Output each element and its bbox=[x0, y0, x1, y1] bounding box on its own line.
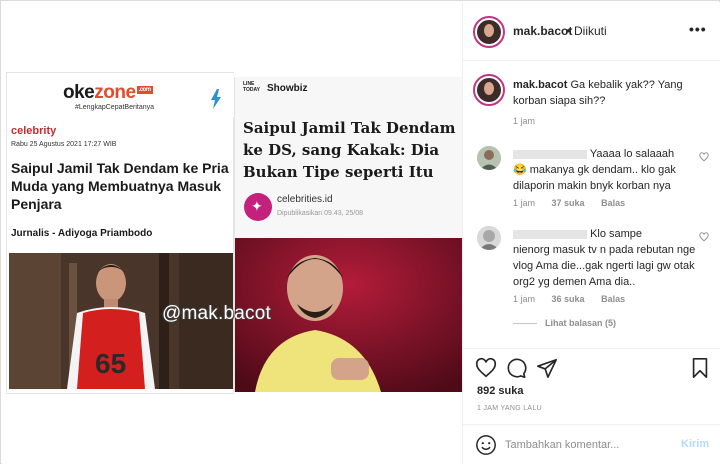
bolt-icon bbox=[211, 89, 221, 109]
comment-text: Yaaaa lo salaaah 😂 makanya gk dendam.. k… bbox=[513, 146, 699, 194]
more-options-icon[interactable]: ••• bbox=[689, 21, 707, 37]
heart-icon[interactable] bbox=[699, 152, 709, 164]
article-date: Rabu 25 Agustus 2021 17:27 WIB bbox=[11, 141, 117, 148]
comment-meta: 1 jam 36 suka Balas bbox=[513, 294, 639, 304]
caption-text: mak.bacot Ga kebalik yak?? Yang korban s… bbox=[513, 77, 699, 109]
okezone-header: OKEZONE .com #LengkapCepatBeritanya bbox=[7, 73, 235, 117]
comment-meta: 1 jam 37 suka Balas bbox=[513, 198, 639, 208]
article-headline: Saipul Jamil Tak Dendam ke DS, sang Kaka… bbox=[243, 119, 456, 181]
post-timestamp[interactable]: 1 JAM YANG LALU bbox=[477, 405, 542, 412]
heart-icon[interactable] bbox=[699, 232, 709, 244]
follow-status-button[interactable]: Diikuti bbox=[574, 24, 607, 38]
avatar-image bbox=[477, 78, 501, 102]
add-comment-bar: Kirim bbox=[463, 424, 720, 464]
linetoday-article-screenshot: LINE TODAY Showbiz Saipul Jamil Tak Dend… bbox=[234, 77, 462, 392]
post-image[interactable]: OKEZONE .com #LengkapCepatBeritanya celeb… bbox=[2, 2, 462, 464]
comment-body-rest: nienorg masuk tv n pada rebutan nge vlog… bbox=[513, 244, 696, 288]
okezone-logo-oke: OKE bbox=[63, 82, 95, 103]
watermark-text: @mak.bacot bbox=[162, 303, 271, 324]
caption-avatar[interactable] bbox=[473, 74, 505, 106]
article-category: celebrity bbox=[11, 125, 57, 137]
post-sidebar: mak.bacot • Diikuti ••• mak.bacot Ga keb… bbox=[462, 2, 720, 464]
comment-time[interactable]: 1 jam bbox=[513, 294, 535, 304]
post-header: mak.bacot • Diikuti ••• bbox=[463, 2, 720, 61]
linetoday-logo: LINE TODAY bbox=[243, 81, 260, 93]
like-count[interactable]: 892 suka bbox=[477, 385, 523, 397]
okezone-tagline: #LengkapCepatBeritanya bbox=[75, 104, 155, 111]
instagram-post-window: OKEZONE .com #LengkapCepatBeritanya celeb… bbox=[0, 0, 720, 464]
avatar-image bbox=[477, 20, 501, 44]
post-username[interactable]: mak.bacot bbox=[513, 24, 572, 38]
caption-meta: 1 jam bbox=[513, 116, 549, 126]
divider bbox=[513, 323, 537, 325]
caption: mak.bacot Ga kebalik yak?? Yang korban s… bbox=[473, 74, 709, 130]
avatar[interactable] bbox=[473, 16, 505, 48]
comment-time[interactable]: 1 jam bbox=[513, 198, 535, 208]
view-replies-button[interactable]: Lihat balasan (5) bbox=[513, 318, 616, 328]
send-button[interactable]: Kirim bbox=[681, 438, 709, 450]
list-item: Klo sampe nienorg masuk tv n pada rebuta… bbox=[477, 226, 709, 312]
comment-icon[interactable] bbox=[505, 357, 527, 379]
article-source: celebrities.id bbox=[277, 194, 333, 205]
caption-username[interactable]: mak.bacot bbox=[513, 79, 567, 91]
heart-icon[interactable] bbox=[475, 357, 497, 379]
okezone-logo-badge: .com bbox=[136, 86, 153, 94]
okezone-logo-zone: ZONE bbox=[94, 82, 136, 103]
comment-body-start: Klo sampe bbox=[590, 228, 643, 240]
commenter-avatar[interactable] bbox=[477, 146, 501, 170]
post-actions: 892 suka 1 JAM YANG LALU bbox=[463, 348, 720, 424]
emoji-icon[interactable] bbox=[475, 434, 497, 456]
vest-number: 65 bbox=[95, 348, 126, 379]
comment-likes[interactable]: 37 suka bbox=[552, 198, 585, 208]
comment-likes[interactable]: 36 suka bbox=[552, 294, 585, 304]
article-author: Jurnalis - Adiyoga Priambodo bbox=[11, 228, 153, 239]
reply-button[interactable]: Balas bbox=[601, 294, 625, 304]
star-icon: ✦ bbox=[251, 198, 263, 214]
comment-text: Klo sampe nienorg masuk tv n pada rebuta… bbox=[513, 226, 699, 290]
blurred-username bbox=[513, 149, 587, 159]
header-separator: • bbox=[566, 24, 571, 38]
comment-body-start: Yaaaa lo salaaah bbox=[589, 148, 675, 160]
laughing-emoji-icon: 😂 bbox=[513, 164, 527, 176]
reply-button[interactable]: Balas bbox=[601, 198, 625, 208]
share-icon[interactable] bbox=[536, 357, 558, 379]
celebrities-logo: ✦ bbox=[244, 193, 272, 221]
commenter-avatar[interactable] bbox=[477, 226, 501, 250]
bookmark-icon[interactable] bbox=[689, 357, 711, 379]
view-replies-label: Lihat balasan (5) bbox=[545, 318, 617, 328]
caption-time[interactable]: 1 jam bbox=[513, 116, 535, 126]
linetoday-section: Showbiz bbox=[267, 83, 308, 94]
okezone-logo: OKEZONE .com bbox=[63, 82, 153, 104]
list-item: Yaaaa lo salaaah 😂 makanya gk dendam.. k… bbox=[477, 146, 709, 216]
article-headline: Saipul Jamil Tak Dendam ke Pria Muda yan… bbox=[11, 160, 229, 212]
comment-input[interactable] bbox=[505, 436, 665, 454]
blurred-username bbox=[513, 229, 587, 239]
okezone-article-screenshot: OKEZONE .com #LengkapCepatBeritanya celeb… bbox=[6, 72, 235, 394]
article-published: Dipublikasikan 09.43, 25/08 bbox=[277, 210, 364, 217]
comment-body-rest: makanya gk dendam.. klo gak dilaporin ma… bbox=[513, 164, 676, 192]
